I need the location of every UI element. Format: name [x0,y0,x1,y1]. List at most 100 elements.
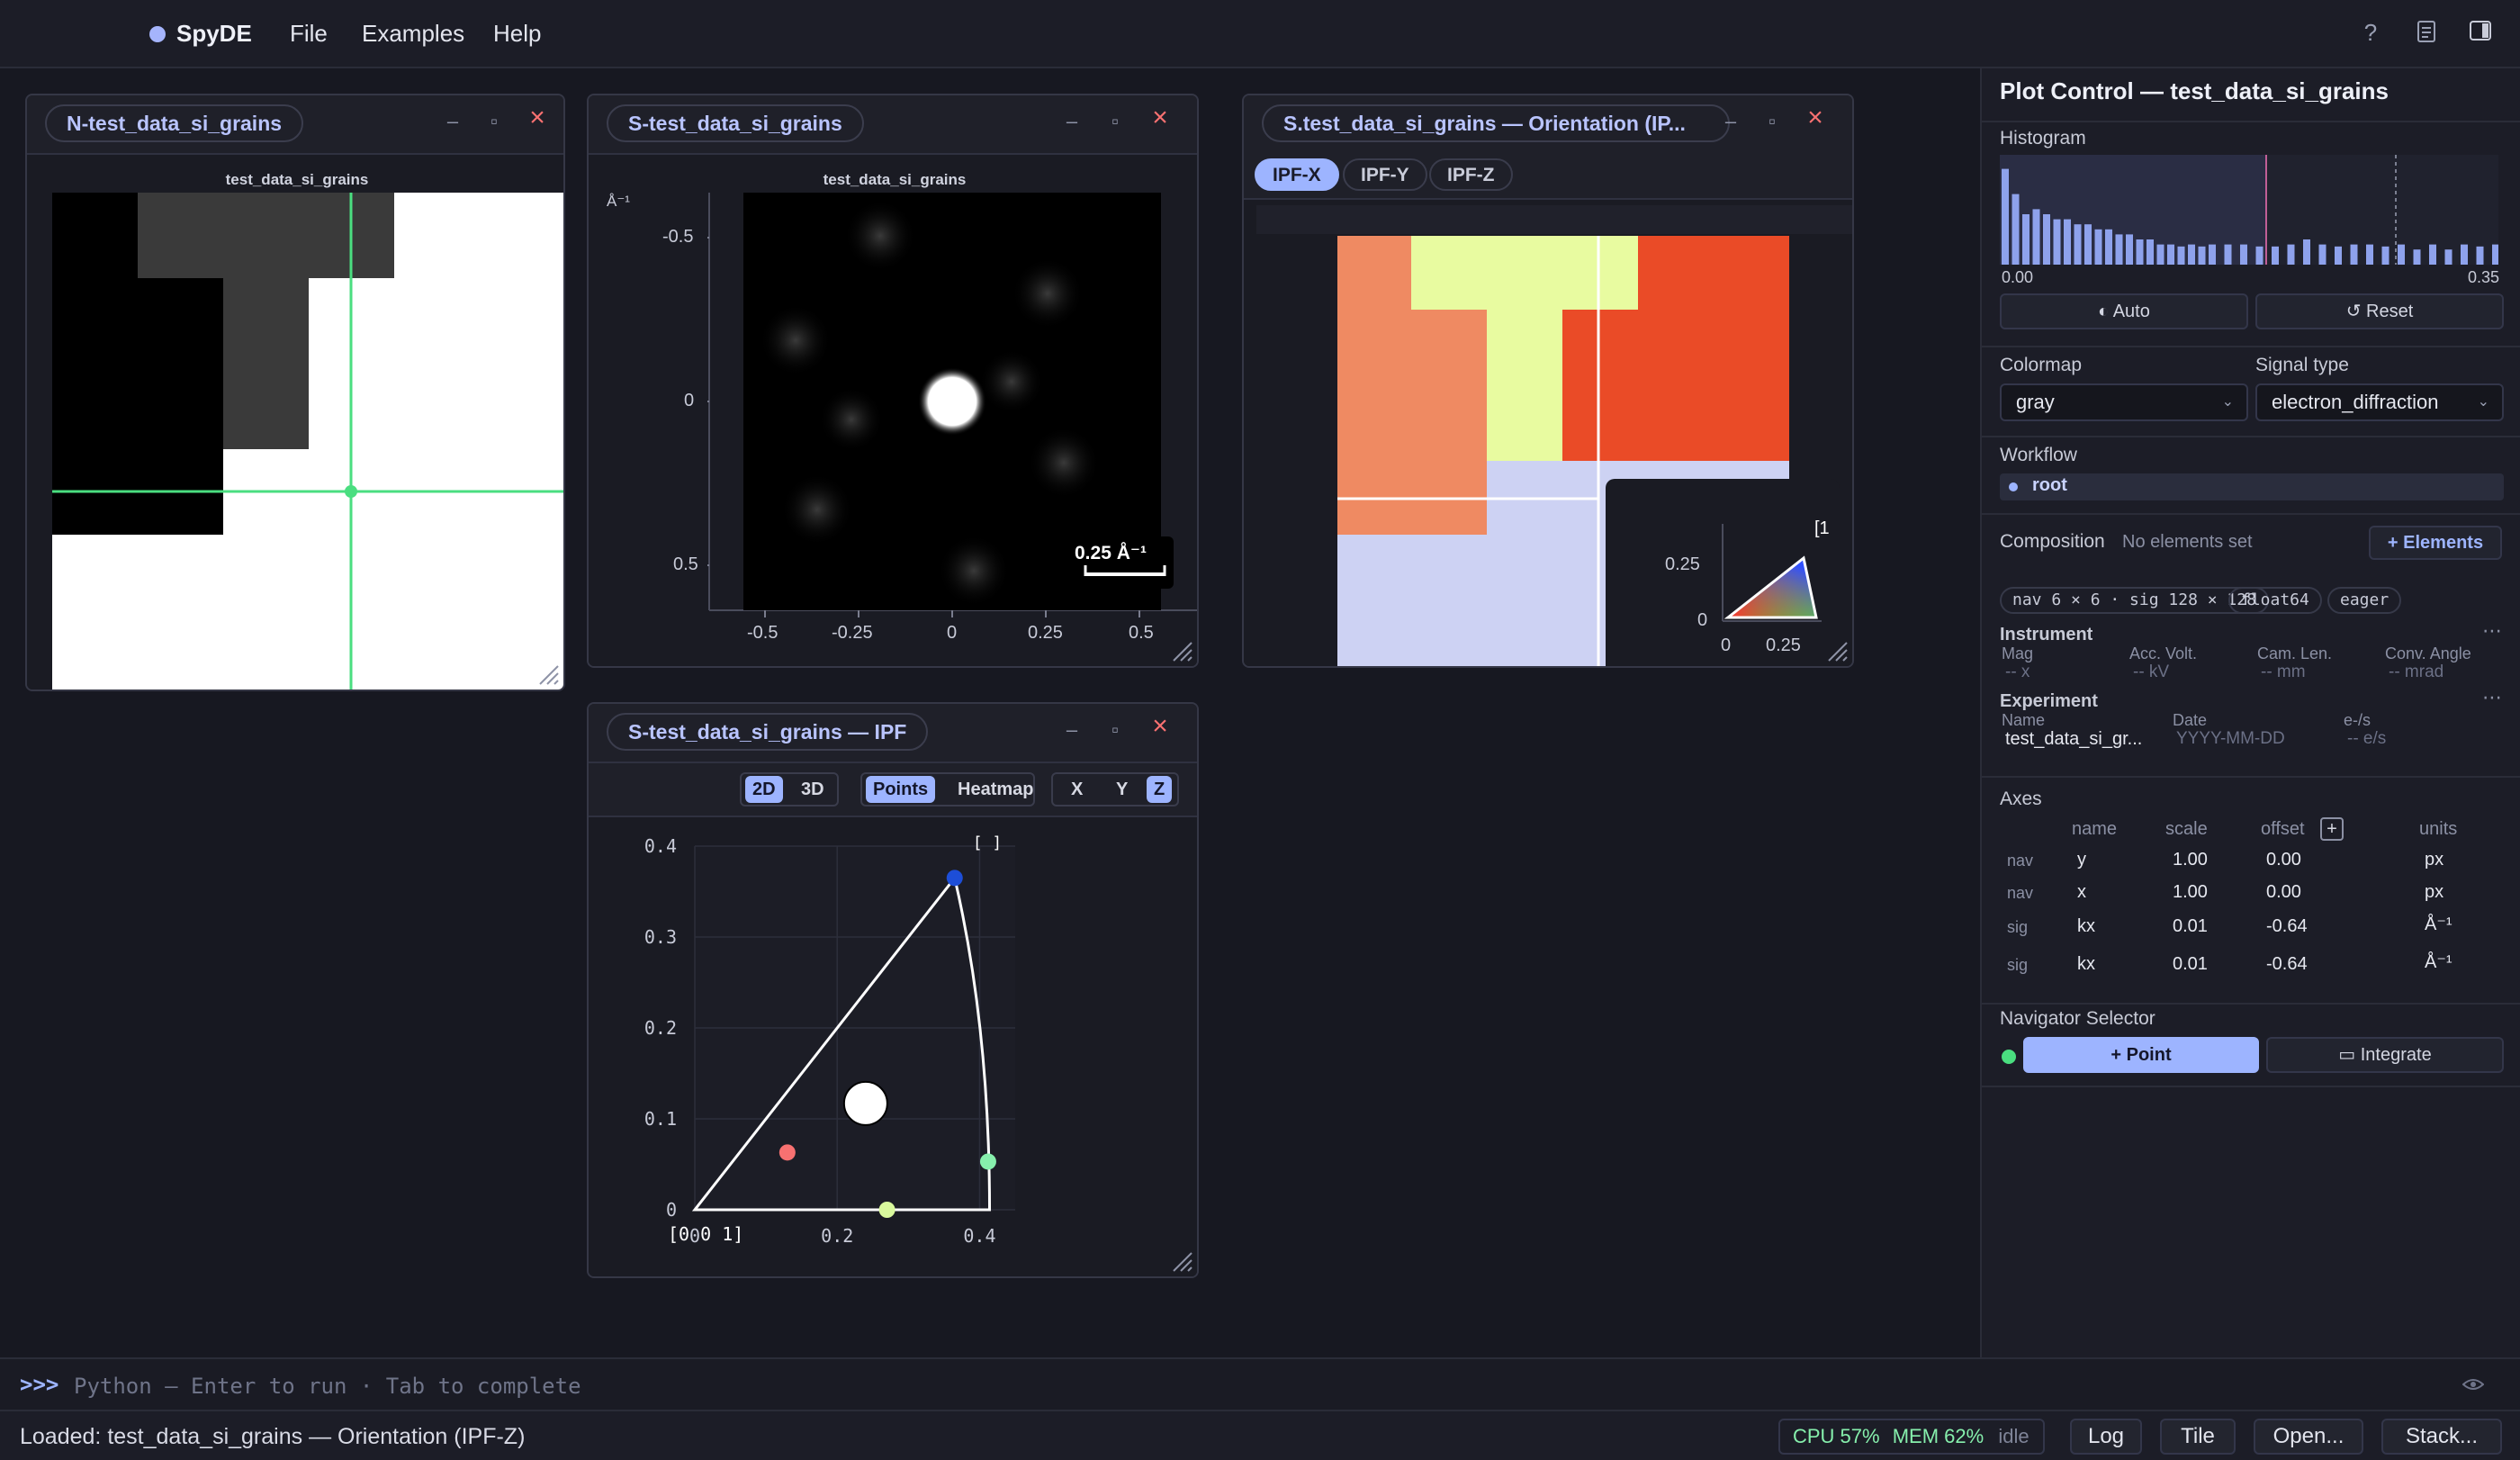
add-offset-button[interactable]: + [2320,817,2344,841]
maximize-icon[interactable]: ▫ [1102,716,1129,744]
minimize-icon[interactable]: – [1717,108,1744,135]
axis-scale[interactable]: 0.01 [2173,916,2208,937]
y-tick-label: 0.4 [644,835,677,857]
navigator-selector-label: Navigator Selector [2000,1008,2156,1029]
resize-grip-icon[interactable] [536,662,560,686]
mag-value[interactable]: -- x [2005,662,2030,682]
menu-help[interactable]: Help [493,20,541,48]
maximize-icon[interactable]: ▫ [1759,108,1786,135]
help-icon[interactable]: ? [2358,20,2383,45]
axis-z-button[interactable]: Z [1147,776,1173,803]
open-button[interactable]: Open... [2254,1419,2363,1455]
maximize-icon[interactable]: ▫ [1102,108,1129,135]
axis-units[interactable]: Å⁻¹ [2425,951,2452,973]
menu-examples[interactable]: Examples [362,20,464,48]
tab-ipf-z[interactable]: IPF-Z [1429,158,1513,191]
axis-kind: nav [2007,884,2034,902]
axis-offset[interactable]: -0.64 [2266,954,2308,975]
axis-scale[interactable]: 1.00 [2173,882,2208,903]
signal-type-select[interactable]: electron_diffraction ⌄ [2255,383,2504,421]
window-titlebar[interactable]: N-test_data_si_grains – ▫ × [27,95,563,151]
menu-file[interactable]: File [290,20,328,48]
window-titlebar[interactable]: S-test_data_si_grains — IPF – ▫ × [589,704,1197,760]
experiment-name-value[interactable]: test_data_si_gr... [2005,729,2167,750]
histogram-bar [2255,246,2264,265]
axes-header-units: units [2419,819,2458,839]
minimize-icon[interactable]: – [1058,108,1085,135]
axis-offset[interactable]: 0.00 [2266,882,2301,903]
experiment-date-value[interactable]: YYYY-MM-DD [2176,729,2285,749]
navigator-window[interactable]: N-test_data_si_grains – ▫ × test_data_si… [25,94,565,691]
document-icon[interactable] [2414,20,2439,45]
axis-name[interactable]: kx [2077,916,2095,937]
minimize-icon[interactable]: – [1058,716,1085,744]
acc-volt-value[interactable]: -- kV [2133,662,2169,682]
eye-icon[interactable] [2462,1374,2485,1397]
close-icon[interactable]: × [1147,713,1174,740]
add-elements-button[interactable]: + Elements [2369,526,2502,560]
ipf-window[interactable]: S-test_data_si_grains — IPF – ▫ × 2D 3D … [587,702,1199,1278]
histogram-bar [2413,249,2421,265]
histogram-bar [2043,214,2050,265]
axis-units[interactable]: px [2425,882,2444,903]
plot-control-panel: Plot Control — test_data_si_grains Histo… [1980,68,2520,1357]
axis-scale[interactable]: 1.00 [2173,850,2208,870]
points-button[interactable]: Points [866,776,936,803]
orientation-window[interactable]: S.test_data_si_grains — Orientation (IP.… [1242,94,1854,668]
composition-note: No elements set [2122,532,2253,552]
integrate-selector-button[interactable]: ▭ Integrate [2266,1037,2504,1073]
resize-grip-icon[interactable] [1825,639,1849,662]
window-titlebar[interactable]: S-test_data_si_grains – ▫ × [589,95,1197,151]
heatmap-button[interactable]: Heatmap [950,776,1040,803]
mode-2d-button[interactable]: 2D [745,776,783,803]
histogram-bar [2209,244,2216,265]
axis-units[interactable]: Å⁻¹ [2425,913,2452,935]
log-button[interactable]: Log [2070,1419,2142,1455]
histogram-chart[interactable] [2000,155,2498,265]
crosshair-handle[interactable] [345,485,357,498]
axis-name[interactable]: y [2077,850,2086,870]
auto-button[interactable]: ◐ Auto [2000,293,2248,329]
more-icon[interactable]: ⋯ [2482,686,2502,709]
axis-units[interactable]: px [2425,850,2444,870]
conv-angle-value[interactable]: -- mrad [2389,662,2444,682]
axis-scale[interactable]: 0.01 [2173,954,2208,975]
console-input[interactable]: Python — Enter to run · Tab to complete [74,1374,581,1399]
axis-x-button[interactable]: X [1064,776,1090,803]
ipf-scatter-chart[interactable]: 00.10.20.30.40 0.2 0.4[0 0 1][ ] [589,819,1197,1278]
panel-toggle-icon[interactable] [2468,20,2493,45]
axis-offset[interactable]: 0.00 [2266,850,2301,870]
maximize-icon[interactable]: ▫ [481,108,508,135]
histogram-bar [2444,249,2452,265]
axis-y-button[interactable]: Y [1109,776,1135,803]
workflow-root-node[interactable]: root [2000,473,2504,500]
window-titlebar[interactable]: S.test_data_si_grains — Orientation (IP.… [1244,95,1852,151]
cam-len-value[interactable]: -- mm [2261,662,2306,682]
tile-button[interactable]: Tile [2160,1419,2236,1455]
close-icon[interactable]: × [524,104,551,131]
resize-grip-icon[interactable] [1170,639,1193,662]
histogram-bar [2084,224,2092,265]
signal-window[interactable]: S-test_data_si_grains – ▫ × test_data_si… [587,94,1199,668]
stack-button[interactable]: Stack... [2381,1419,2502,1455]
more-icon[interactable]: ⋯ [2482,619,2502,643]
experiment-rate-value[interactable]: -- e/s [2347,729,2386,749]
colormap-select[interactable]: gray ⌄ [2000,383,2248,421]
axis-kind: sig [2007,918,2029,936]
navigator-image[interactable] [52,193,565,691]
reset-button[interactable]: ↺ Reset [2255,293,2504,329]
tab-ipf-y[interactable]: IPF-Y [1343,158,1427,191]
axis-offset[interactable]: -0.64 [2266,916,2308,937]
axis-name[interactable]: x [2077,882,2086,903]
resize-grip-icon[interactable] [1170,1249,1193,1273]
close-icon[interactable]: × [1802,104,1829,131]
python-console[interactable]: >>> Python — Enter to run · Tab to compl… [0,1357,2520,1410]
x-tick: 0.25 [1028,623,1063,643]
close-icon[interactable]: × [1147,104,1174,131]
axis-name[interactable]: kx [2077,954,2095,975]
point-selector-button[interactable]: + Point [2023,1037,2259,1073]
mode-3d-button[interactable]: 3D [794,776,832,803]
tab-ipf-x[interactable]: IPF-X [1255,158,1339,191]
x-tick: 0 [947,623,958,643]
minimize-icon[interactable]: – [439,108,466,135]
